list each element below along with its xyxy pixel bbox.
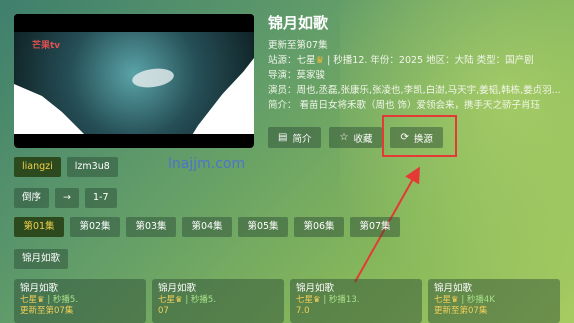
poster-letterbox-bottom (14, 134, 254, 148)
episode-05[interactable]: 第05集 (238, 217, 288, 237)
director-line: 导演：莫家骏 (268, 70, 326, 81)
card-status: 更新至第07集 (20, 306, 74, 316)
episode-02[interactable]: 第02集 (70, 217, 120, 237)
source-card[interactable]: 锦月如歌 七星♛ | 秒播4K 更新至第07集 (428, 279, 560, 323)
episode-07[interactable]: 第07集 (350, 217, 400, 237)
source-list: liangzi lzm3u8 (14, 157, 118, 177)
card-title: 锦月如歌 (434, 283, 473, 294)
source-chip-liangzi[interactable]: liangzi (14, 157, 61, 177)
source-label: 站源：七星 (268, 55, 316, 66)
annotation-highlight-box (382, 115, 457, 157)
series-row: 锦月如歌 (14, 249, 69, 269)
source-card[interactable]: 锦月如歌 七星♛ | 秒播5. 更新至第07集 (14, 279, 146, 323)
card-meta: 七星♛ | 秒播13. (296, 295, 416, 306)
crown-icon: ♛ (451, 295, 459, 305)
card-title: 锦月如歌 (20, 283, 59, 294)
episode-04[interactable]: 第04集 (182, 217, 232, 237)
reverse-order-button[interactable]: 倒序 (14, 188, 50, 208)
episode-03[interactable]: 第03集 (126, 217, 176, 237)
intro-line: 简介： 看苗日女将禾歌（周也 饰）爱领会来，携手天之骄子肖珏 (268, 100, 541, 111)
channel-logo: 芒果tv (32, 41, 61, 51)
card-status: 更新至第07集 (434, 306, 488, 316)
source-card[interactable]: 锦月如歌 七星♛ | 秒播13. 7.0 (290, 279, 422, 323)
card-source-detail: | 秒播4K (461, 295, 495, 305)
cast-line: 演员：周也,丞磊,张康乐,张凌也,李凯,白澍,马天宇,姜韬,韩栋,姜贞羽... (268, 85, 561, 96)
watermark: lnajjm.com (168, 156, 246, 172)
card-meta: 七星♛ | 秒播4K (434, 295, 554, 306)
crown-icon: ♛ (37, 295, 45, 305)
detail-panel: 锦月如歌 更新至第07集 站源：七星♛ | 秒播12. 年份：2025 地区：大… (268, 12, 568, 113)
card-meta: 七星♛ | 秒播5. (158, 295, 278, 306)
source-card[interactable]: 锦月如歌 七星♛ | 秒播5. 07 (152, 279, 284, 323)
card-title: 锦月如歌 (158, 283, 197, 294)
intro-button[interactable]: ▤ 简介 (268, 127, 322, 148)
card-status: 7.0 (296, 306, 310, 316)
meta-line: 站源：七星♛ | 秒播12. 年份：2025 地区：大陆 类型：国产剧 (268, 53, 568, 68)
source-chip-lzm3u8[interactable]: lzm3u8 (66, 157, 118, 177)
meta-info: | 秒播12. 年份：2025 地区：大陆 类型：国产剧 (327, 55, 534, 66)
favorite-button[interactable]: ☆ 收藏 (329, 127, 383, 148)
update-status: 更新至第07集 (268, 40, 328, 51)
series-chip[interactable]: 锦月如歌 (14, 249, 69, 269)
card-title: 锦月如歌 (296, 283, 335, 294)
card-source: 七星 (434, 295, 452, 305)
video-poster[interactable]: 芒果tv (14, 14, 254, 148)
card-source-detail: | 秒播13. (323, 295, 360, 305)
sort-controls: 倒序 → 1-7 (14, 188, 117, 208)
episode-range[interactable]: 1-7 (84, 188, 117, 208)
favorite-button-label: 收藏 (353, 133, 373, 145)
episode-list: 第01集 第02集 第03集 第04集 第05集 第06集 第07集 (14, 217, 400, 237)
episode-01[interactable]: 第01集 (14, 217, 64, 237)
card-source-detail: | 秒播5. (185, 295, 217, 305)
poster-letterbox-top (14, 14, 254, 32)
card-source: 七星 (158, 295, 176, 305)
crown-icon: ♛ (175, 295, 183, 305)
related-sources: 锦月如歌 七星♛ | 秒播5. 更新至第07集 锦月如歌 七星♛ | 秒播5. … (14, 279, 560, 323)
card-source-detail: | 秒播5. (47, 295, 79, 305)
intro-button-label: 简介 (292, 133, 312, 145)
crown-icon: ♛ (315, 55, 325, 66)
arrow-right-icon[interactable]: → (55, 188, 79, 208)
card-source: 七星 (296, 295, 314, 305)
card-source: 七星 (20, 295, 38, 305)
show-title: 锦月如歌 (268, 14, 329, 32)
doc-icon: ▤ (278, 132, 288, 143)
episode-06[interactable]: 第06集 (294, 217, 344, 237)
star-icon: ☆ (339, 132, 349, 143)
card-status: 07 (158, 306, 169, 316)
card-meta: 七星♛ | 秒播5. (20, 295, 140, 306)
crown-icon: ♛ (313, 295, 321, 305)
